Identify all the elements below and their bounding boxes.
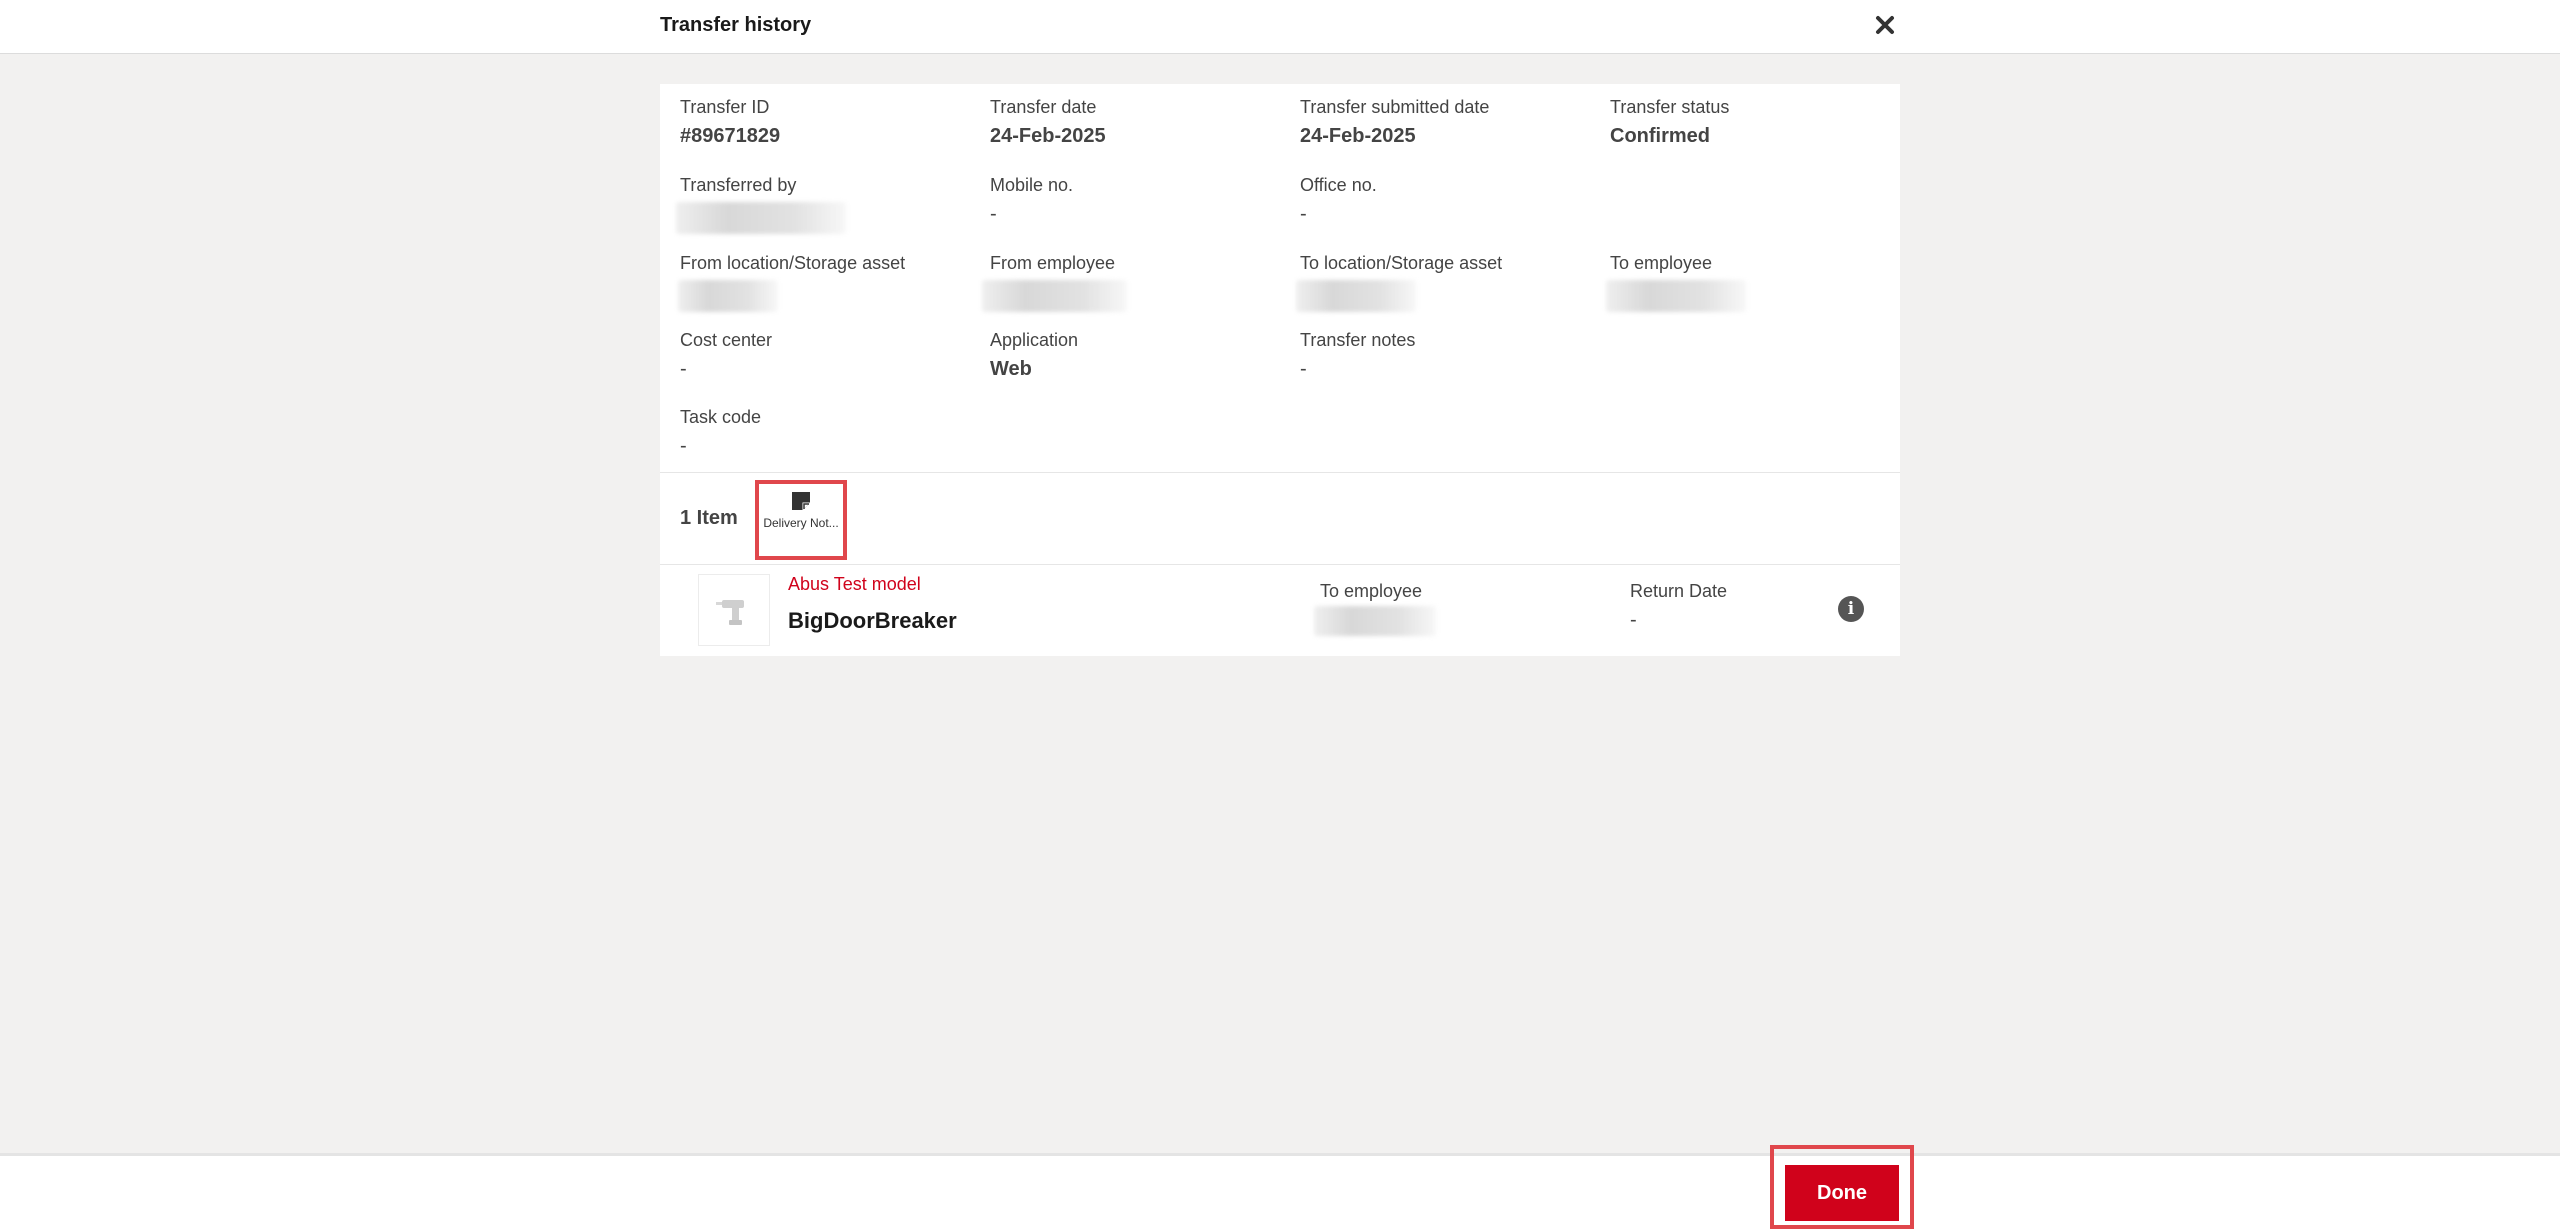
transfer-id-field: Transfer ID #89671829	[680, 96, 780, 148]
office-no-field: Office no. -	[1300, 174, 1377, 226]
modal-header: Transfer history	[0, 0, 2560, 54]
transfer-status-field: Transfer status Confirmed	[1610, 96, 1729, 148]
transfer-id-value: #89671829	[680, 125, 781, 147]
item-model[interactable]: Abus Test model	[788, 574, 921, 595]
item-to-employee-label: To employee	[1320, 581, 1423, 601]
transfer-notes-field: Transfer notes -	[1300, 329, 1415, 381]
from-location-redacted	[678, 280, 778, 312]
to-employee-field: To employee	[1606, 252, 1746, 312]
item-to-employee-redacted	[1314, 606, 1436, 636]
transferred-by-label: Transferred by	[680, 175, 797, 195]
list-item: Abus Test model BigDoorBreaker To employ…	[660, 566, 1900, 656]
transfer-status-value: Confirmed	[1610, 125, 1710, 147]
mobile-no-field: Mobile no. -	[990, 174, 1073, 226]
application-label: Application	[990, 330, 1079, 350]
submitted-date-field: Transfer submitted date 24-Feb-2025	[1300, 96, 1489, 148]
close-icon	[1876, 16, 1894, 34]
item-to-employee-field: To employee	[1314, 580, 1436, 636]
return-date-value: -	[1630, 609, 1637, 631]
return-date-label: Return Date	[1630, 581, 1728, 601]
to-location-label: To location/Storage asset	[1300, 253, 1503, 273]
items-count: 1 Item	[680, 507, 738, 529]
transfer-date-label: Transfer date	[990, 97, 1097, 117]
office-no-label: Office no.	[1300, 175, 1377, 195]
cost-center-label: Cost center	[680, 330, 773, 350]
mobile-no-value: -	[990, 203, 997, 225]
delivery-note-button[interactable]: Delivery Not...	[755, 480, 847, 560]
task-code-value: -	[680, 435, 687, 457]
to-employee-redacted	[1606, 280, 1746, 312]
application-field: Application Web	[990, 329, 1078, 381]
note-icon	[792, 492, 810, 510]
transfer-id-label: Transfer ID	[680, 97, 770, 117]
done-button[interactable]: Done	[1785, 1165, 1899, 1221]
task-code-label: Task code	[680, 407, 762, 427]
from-employee-redacted	[982, 280, 1127, 312]
submitted-date-label: Transfer submitted date	[1300, 97, 1490, 117]
to-employee-label: To employee	[1610, 253, 1713, 273]
transferred-by-redacted	[676, 202, 846, 234]
task-code-field: Task code -	[680, 406, 761, 458]
to-location-field: To location/Storage asset	[1296, 252, 1503, 312]
page-title: Transfer history	[660, 14, 812, 36]
transfer-date-field: Transfer date 24-Feb-2025	[990, 96, 1106, 148]
mobile-no-label: Mobile no.	[990, 175, 1074, 195]
from-employee-field: From employee	[982, 252, 1127, 312]
modal-footer	[0, 1153, 2560, 1229]
section-divider	[660, 472, 1900, 473]
return-date-field: Return Date -	[1630, 580, 1727, 632]
transferred-by-field: Transferred by	[676, 174, 846, 234]
to-location-redacted	[1296, 280, 1416, 312]
from-location-label: From location/Storage asset	[680, 253, 906, 273]
transfer-notes-label: Transfer notes	[1300, 330, 1416, 350]
transfer-notes-value: -	[1300, 358, 1307, 380]
from-location-field: From location/Storage asset	[678, 252, 906, 312]
transfer-date-value: 24-Feb-2025	[990, 125, 1106, 147]
submitted-date-value: 24-Feb-2025	[1300, 125, 1416, 147]
cost-center-value: -	[680, 358, 687, 380]
item-thumbnail	[698, 574, 770, 646]
office-no-value: -	[1300, 203, 1307, 225]
close-button[interactable]	[1870, 10, 1900, 40]
delivery-note-label: Delivery Not...	[763, 516, 839, 530]
item-name: BigDoorBreaker	[788, 608, 957, 633]
drill-icon	[716, 600, 744, 625]
items-divider	[660, 564, 1900, 565]
transfer-status-label: Transfer status	[1610, 97, 1730, 117]
application-value: Web	[990, 358, 1032, 380]
cost-center-field: Cost center -	[680, 329, 772, 381]
info-icon[interactable]: i	[1838, 596, 1864, 622]
from-employee-label: From employee	[990, 253, 1116, 273]
